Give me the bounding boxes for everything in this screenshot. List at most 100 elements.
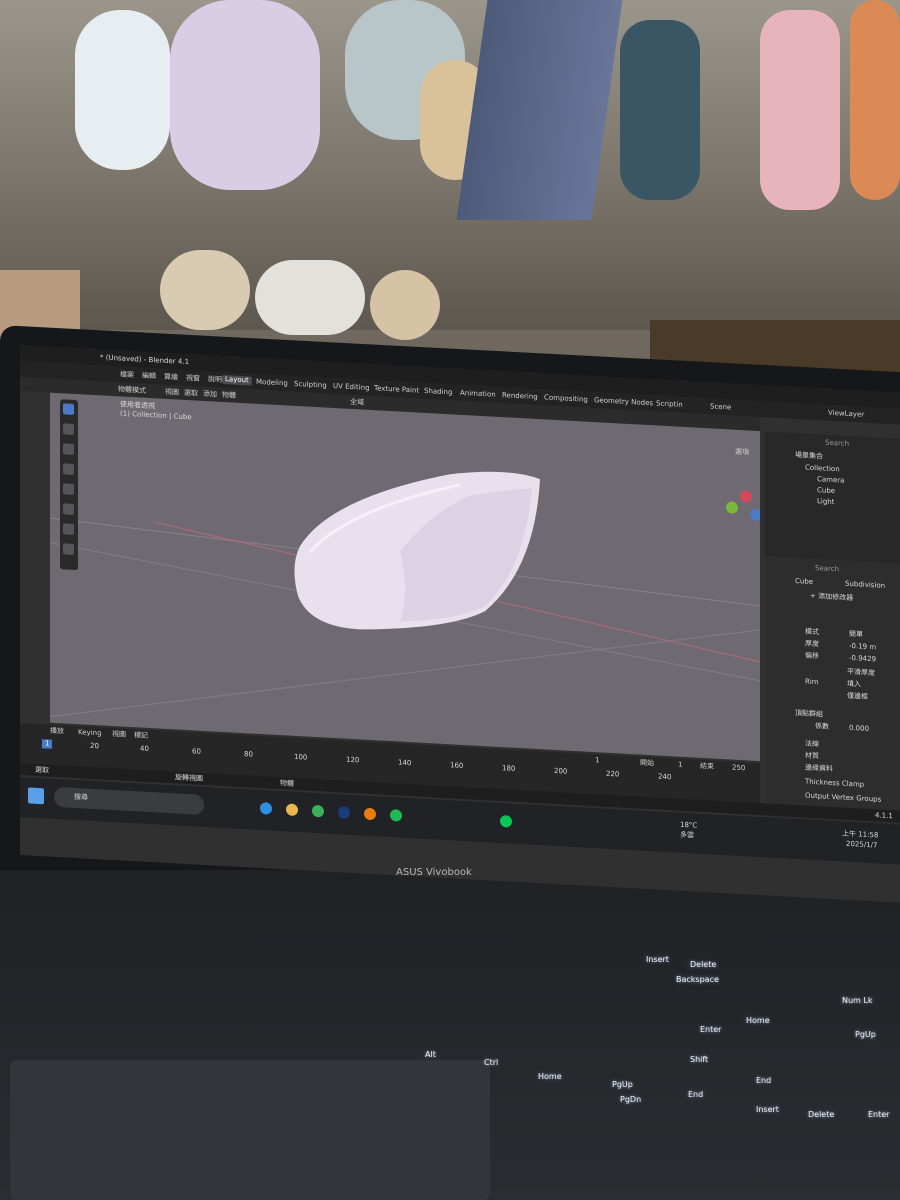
field-value-mode[interactable]: 簡單 <box>849 630 863 640</box>
timeline-tick: 20 <box>90 741 99 751</box>
tab-shading[interactable]: Shading <box>424 387 452 398</box>
status-rotate-view: 旋轉視圖 <box>175 773 203 783</box>
add-modifier-button[interactable]: + 添加修改器 <box>810 592 853 603</box>
current-frame-field[interactable]: 1 <box>595 756 599 765</box>
tab-animation[interactable]: Animation <box>460 389 496 400</box>
app-files-icon[interactable] <box>286 803 298 817</box>
gizmo-z-axis[interactable] <box>750 508 760 522</box>
field-value-offset[interactable]: -0.9429 <box>849 654 876 664</box>
outliner-item-light[interactable]: Light <box>817 497 834 507</box>
app-blender-icon[interactable] <box>364 807 376 821</box>
panel-thickness-clamp[interactable]: Thickness Clamp <box>805 778 864 790</box>
menu-select[interactable]: 選取 <box>184 389 198 399</box>
timeline-marker[interactable]: 標記 <box>134 731 148 741</box>
timeline-tick: 200 <box>554 766 568 776</box>
menu-add[interactable]: 添加 <box>203 390 217 400</box>
windows-start-icon[interactable] <box>28 787 44 805</box>
menu-object[interactable]: 物體 <box>222 391 236 401</box>
outliner-search[interactable]: Search <box>825 439 849 449</box>
tab-modeling[interactable]: Modeling <box>256 378 288 389</box>
field-value-thickness[interactable]: -0.19 m <box>849 642 876 652</box>
3d-object-shell[interactable] <box>270 435 550 670</box>
app-edge-icon[interactable] <box>260 801 272 815</box>
transform-orientation[interactable]: 全域 <box>350 398 364 408</box>
timeline-tick: 140 <box>398 758 412 768</box>
scene-selector[interactable]: Scene <box>710 402 731 412</box>
3d-viewport[interactable]: 使用者透視 (1) Collection | Cube 選項 <box>50 392 760 762</box>
tool-shelf <box>60 399 78 571</box>
status-object: 物體 <box>280 779 294 788</box>
properties-search[interactable]: Search <box>815 564 839 574</box>
laptop-screen: * (Unsaved) - Blender 4.1 檔案 編輯 算繪 視窗 說明… <box>0 0 900 1200</box>
weather-text: 多雲 <box>680 830 694 840</box>
checkbox-even-thickness[interactable]: 平滑厚度 <box>847 668 875 679</box>
key-insert-numpad: Insert <box>756 1105 779 1114</box>
tab-uv-editing[interactable]: UV Editing <box>333 382 370 393</box>
timeline-playback[interactable]: 播放 <box>50 727 64 737</box>
end-value[interactable]: 250 <box>732 764 745 774</box>
outliner-item-cube[interactable]: Cube <box>817 486 835 496</box>
app-photoshop-icon[interactable] <box>338 806 350 819</box>
factor-value[interactable]: 0.000 <box>849 724 869 734</box>
outliner-root[interactable]: 場景集合 <box>795 451 823 462</box>
menu-file[interactable]: 檔案 <box>120 370 134 380</box>
outliner-item-camera[interactable]: Camera <box>817 475 844 485</box>
menu-render[interactable]: 算繪 <box>164 373 178 383</box>
viewport-options-button[interactable]: 選項 <box>735 448 749 458</box>
app-line-icon[interactable] <box>500 814 512 828</box>
gizmo-x-axis[interactable] <box>740 489 752 503</box>
panel-output-vertex-groups[interactable]: Output Vertex Groups <box>805 792 881 805</box>
measure-icon[interactable] <box>63 543 74 555</box>
frame-marker[interactable]: 1 <box>42 739 53 749</box>
tab-compositing[interactable]: Compositing <box>544 393 588 404</box>
vertex-group-label: 頂點群組 <box>795 708 823 719</box>
timeline-tick: 180 <box>502 764 516 773</box>
key-alt: Alt <box>425 1050 436 1059</box>
taskbar-search-box[interactable]: 搜尋 <box>54 786 204 815</box>
key-pgup: PgUp <box>612 1080 633 1089</box>
panel-normals[interactable]: 法線 <box>805 740 819 750</box>
key-pgdn: PgDn <box>620 1095 642 1104</box>
viewlayer-selector[interactable]: ViewLayer <box>828 409 864 420</box>
cursor-icon[interactable] <box>63 423 74 435</box>
start-value[interactable]: 1 <box>678 761 682 770</box>
rotate-icon[interactable] <box>63 463 74 475</box>
field-label-thickness: 厚度 <box>805 639 819 649</box>
outliner-collection[interactable]: Collection <box>805 464 840 475</box>
select-box-icon[interactable] <box>63 403 74 415</box>
tab-rendering[interactable]: Rendering <box>502 391 538 402</box>
transform-icon[interactable] <box>63 503 74 515</box>
menu-window[interactable]: 視窗 <box>186 374 200 384</box>
key-delete-numpad: Delete <box>808 1110 835 1119</box>
mode-dropdown[interactable]: 物體模式 <box>118 385 146 396</box>
tab-layout[interactable]: Layout <box>222 374 252 386</box>
key-end-numpad: End <box>756 1076 772 1085</box>
key-insert: Insert <box>646 955 669 964</box>
timeline-view[interactable]: 視圖 <box>112 730 126 740</box>
tab-texture-paint[interactable]: Texture Paint <box>374 384 419 395</box>
start-label: 開始 <box>640 758 654 768</box>
gizmo-y-axis[interactable] <box>726 501 738 514</box>
panel-edge-data[interactable]: 邊緣資料 <box>805 764 833 775</box>
menu-view[interactable]: 視圖 <box>165 388 179 398</box>
key-home-numpad: Home <box>746 1016 770 1025</box>
checkbox-rim-only[interactable]: 僅邊框 <box>847 692 868 702</box>
app-spotify-icon[interactable] <box>390 809 402 822</box>
status-version: 4.1.1 <box>875 811 893 821</box>
clock-date[interactable]: 2025/1/7 <box>846 840 877 851</box>
checkbox-rim-fill[interactable]: 填入 <box>847 680 861 690</box>
annotate-icon[interactable] <box>63 523 74 535</box>
key-delete: Delete <box>690 960 717 969</box>
tab-sculpting[interactable]: Sculpting <box>294 380 327 391</box>
menu-edit[interactable]: 編輯 <box>142 372 156 382</box>
panel-materials[interactable]: 材質 <box>805 752 819 762</box>
scale-icon[interactable] <box>63 483 74 495</box>
move-icon[interactable] <box>63 443 74 455</box>
tab-scripting[interactable]: Scriptin <box>656 399 683 409</box>
app-chrome-icon[interactable] <box>312 804 324 818</box>
tab-geometry-nodes[interactable]: Geometry Nodes <box>594 396 653 408</box>
viewport-collection-label: (1) Collection | Cube <box>120 409 192 422</box>
menu-help[interactable]: 說明 <box>208 375 222 385</box>
timeline-keying[interactable]: Keying <box>78 728 102 738</box>
key-shift: Shift <box>690 1055 709 1064</box>
